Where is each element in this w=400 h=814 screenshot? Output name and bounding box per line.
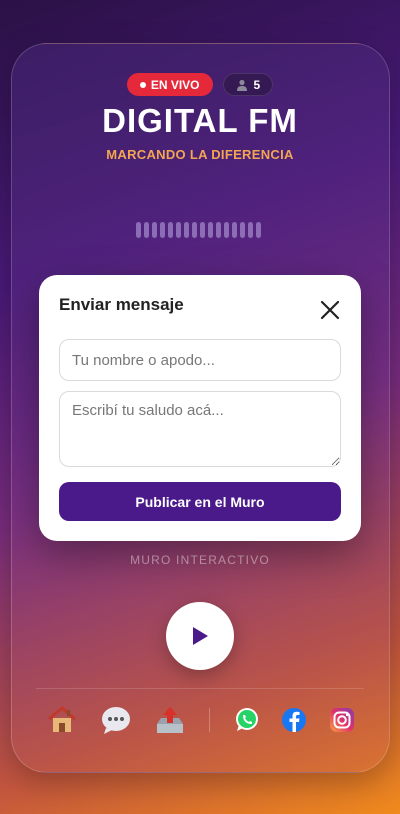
station-title: DIGITAL FM [0, 102, 400, 140]
instagram-icon[interactable] [326, 704, 358, 736]
visualizer-bar [240, 222, 245, 238]
live-dot-icon [140, 82, 146, 88]
bottom-divider [36, 688, 364, 689]
play-icon [190, 626, 210, 646]
chat-bubble-icon[interactable] [100, 704, 132, 736]
visualizer-bar [192, 222, 197, 238]
send-message-modal: Enviar mensaje Publicar en el Muro [39, 275, 361, 541]
visualizer-bar [184, 222, 189, 238]
visualizer-bar [136, 222, 141, 238]
house-icon[interactable] [46, 704, 78, 736]
listeners-count: 5 [254, 78, 261, 92]
status-badges: EN VIVO 5 [0, 73, 400, 96]
visualizer-bar [152, 222, 157, 238]
visualizer-bar [176, 222, 181, 238]
visualizer-bar [232, 222, 237, 238]
message-input[interactable] [59, 391, 341, 467]
visualizer-bar [224, 222, 229, 238]
share-upload-icon[interactable] [154, 704, 186, 736]
visualizer-bar [168, 222, 173, 238]
visualizer-bar [256, 222, 261, 238]
visualizer-bar [200, 222, 205, 238]
bottom-nav [0, 700, 400, 740]
live-label: EN VIVO [151, 78, 200, 92]
close-icon[interactable] [319, 299, 341, 321]
visualizer-bar [216, 222, 221, 238]
visualizer-bar [144, 222, 149, 238]
icon-separator [209, 708, 210, 732]
modal-title: Enviar mensaje [59, 295, 184, 315]
whatsapp-icon[interactable] [231, 704, 263, 736]
name-input[interactable] [59, 339, 341, 381]
listeners-badge: 5 [223, 73, 274, 96]
play-button[interactable] [166, 602, 234, 670]
visualizer-bar [208, 222, 213, 238]
station-slogan: MARCANDO LA DIFERENCIA [0, 147, 400, 162]
publish-button[interactable]: Publicar en el Muro [59, 482, 341, 521]
visualizer-bar [248, 222, 253, 238]
facebook-icon[interactable] [278, 704, 310, 736]
wall-label: MURO INTERACTIVO [0, 553, 400, 567]
audio-visualizer [136, 222, 266, 238]
person-icon [236, 79, 248, 91]
live-badge: EN VIVO [127, 73, 213, 96]
visualizer-bar [160, 222, 165, 238]
